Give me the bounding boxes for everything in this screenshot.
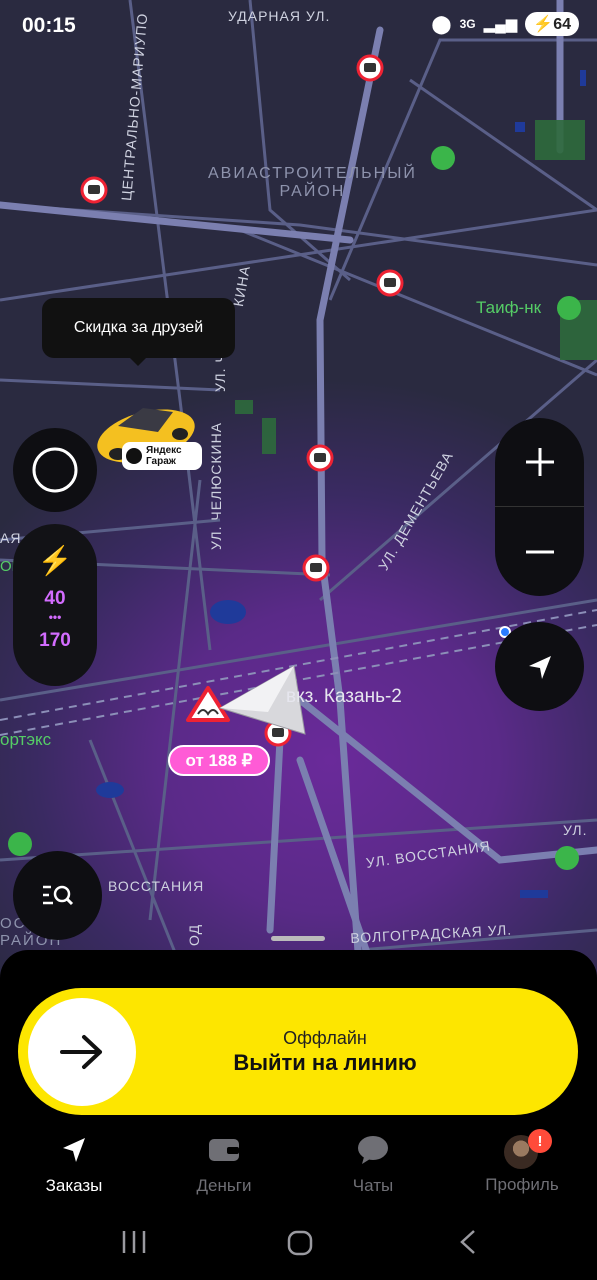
tab-money[interactable]: Деньги <box>164 1135 284 1196</box>
sheet-drag-handle[interactable] <box>271 936 325 941</box>
map-label-station: вкз. Казань-2 <box>286 686 402 707</box>
friends-discount-tooltip[interactable]: Скидка за друзей <box>42 298 235 366</box>
speed-separator: ••• <box>48 610 62 624</box>
list-search-icon <box>42 885 73 905</box>
alice-assistant-button[interactable] <box>13 428 97 512</box>
battery-indicator: ⚡64 <box>525 12 579 36</box>
status-time: 00:15 <box>22 14 76 37</box>
recent-apps-button[interactable] <box>100 1220 168 1265</box>
map-label-street: ОД <box>186 923 202 946</box>
garage-badge: Яндекс Гараж <box>122 442 202 470</box>
navigation-arrow-icon <box>63 1138 85 1162</box>
speed-widget[interactable]: ⚡ 40 ••• 170 <box>13 524 97 686</box>
home-button[interactable] <box>266 1220 334 1265</box>
bottom-tab-bar: Заказы Деньги Чаты ! Профиль <box>0 1129 597 1205</box>
tab-profile[interactable]: ! Профиль <box>462 1129 582 1195</box>
current-speed: 40 <box>44 588 66 609</box>
alice-ring-icon <box>32 447 78 493</box>
zoom-in-button[interactable] <box>495 418 584 506</box>
yandex-logo-icon <box>126 448 142 464</box>
map-label-street: УЛ. Ч <box>212 352 228 392</box>
location-pin-icon: ⬤ <box>431 13 452 34</box>
order-search-button[interactable] <box>13 851 102 940</box>
go-online-arrow-button[interactable] <box>28 998 136 1106</box>
signal-icon: ▂▄▆ <box>483 16 518 33</box>
map-label-edge: ортэкс <box>0 730 52 749</box>
network-type: 3G <box>459 17 476 31</box>
status-icons: ⬤ 3G ▂▄▆ ⚡64 <box>431 12 579 36</box>
tab-chats[interactable]: Чаты <box>313 1135 433 1196</box>
zoom-divider <box>495 506 584 507</box>
tab-orders[interactable]: Заказы <box>14 1135 134 1196</box>
wallet-icon <box>209 1139 239 1161</box>
driver-status: Оффлайн <box>283 1028 367 1048</box>
minus-icon <box>525 550 554 554</box>
map-label-district: АВИАСТРОИТЕЛЬНЫЙ РАЙОН <box>208 165 417 200</box>
map-label-poi: Таиф-нк <box>476 298 542 317</box>
map-label-street: УЛ. <box>563 822 588 838</box>
map-label-street: УЛ. ЧЕЛЮСКИНА <box>208 421 224 550</box>
price-marker[interactable]: от 188 ₽ <box>168 745 270 776</box>
speed-limit: 170 <box>39 630 71 651</box>
lightning-icon: ⚡ <box>37 545 73 576</box>
arrow-right-icon <box>60 1035 102 1069</box>
plus-icon <box>525 448 554 476</box>
yandex-garage-car[interactable]: Яндекс Гараж <box>88 396 204 472</box>
profile-alert-badge: ! <box>528 1129 552 1153</box>
zoom-controls <box>495 418 584 596</box>
chat-bubble-icon <box>358 1136 388 1164</box>
location-arrow-icon <box>528 655 551 679</box>
back-button[interactable] <box>434 1220 502 1265</box>
go-online-label: Выйти на линию <box>233 1050 417 1075</box>
road-bump-warning-icon <box>186 686 230 722</box>
system-nav-bar <box>0 1215 597 1280</box>
my-location-button[interactable] <box>495 622 584 711</box>
status-bar: 00:15 ⬤ 3G ▂▄▆ ⚡64 <box>0 0 597 50</box>
zoom-out-button[interactable] <box>495 508 584 596</box>
map-label-street: ВОССТАНИЯ <box>108 878 205 894</box>
